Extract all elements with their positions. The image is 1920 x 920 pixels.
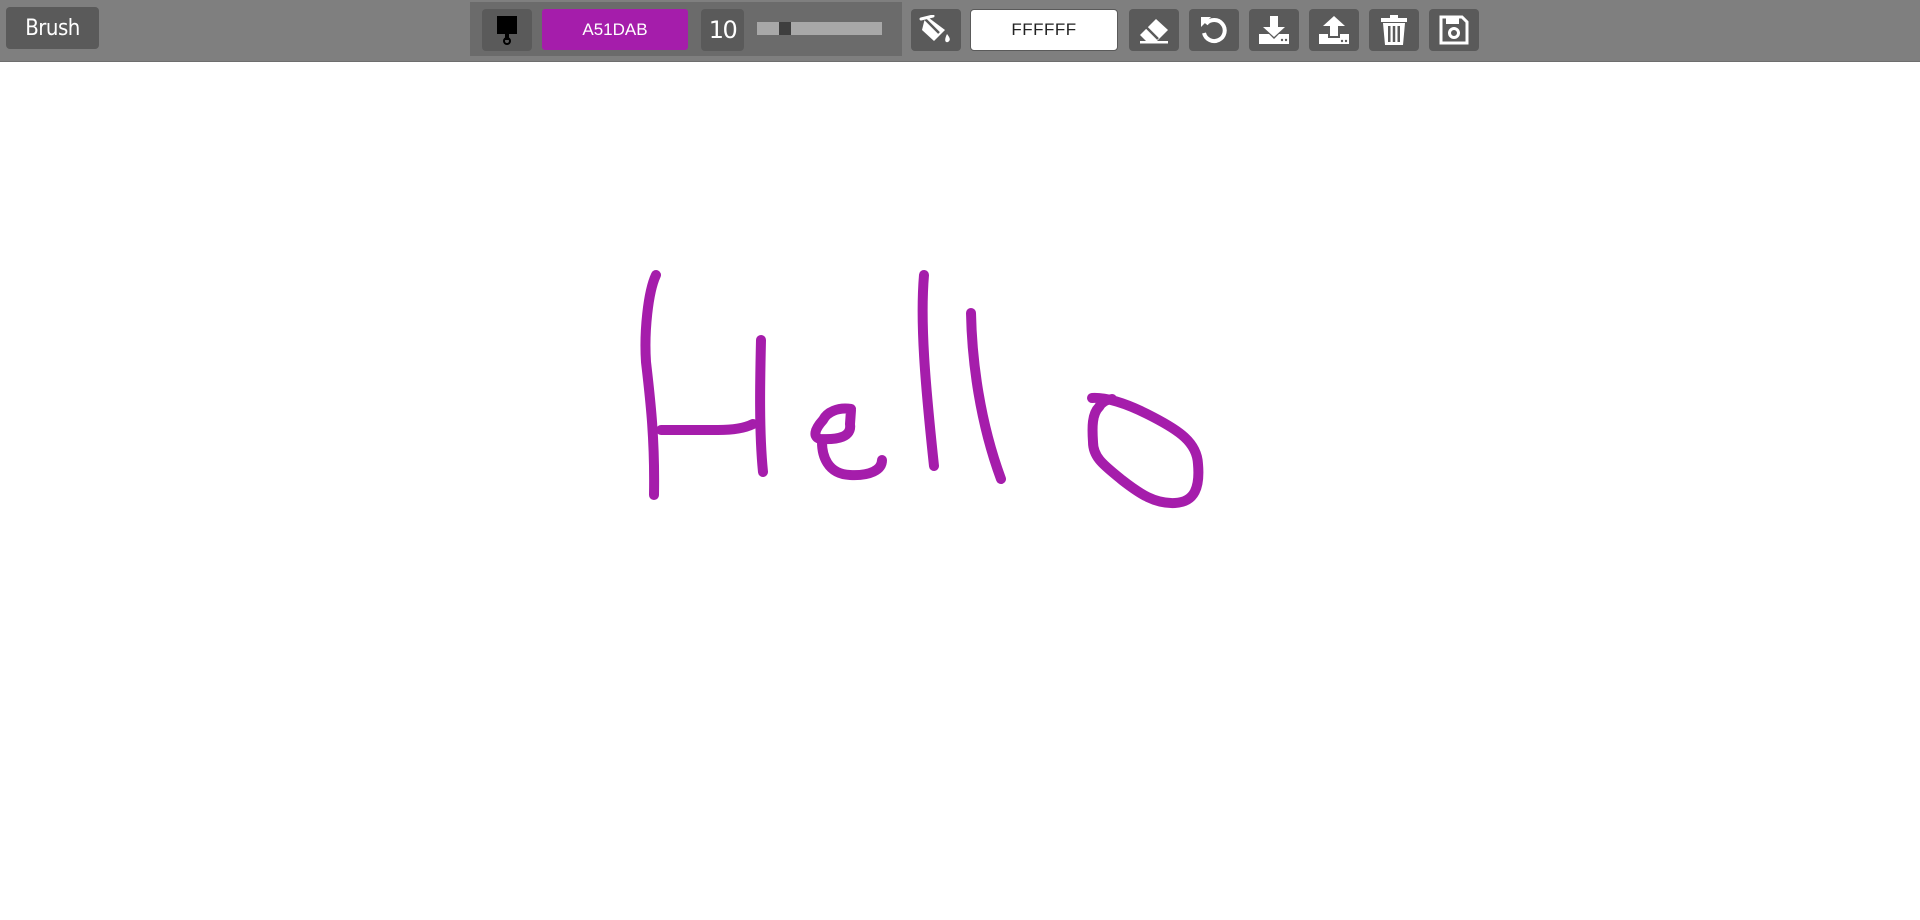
upload-icon bbox=[1318, 15, 1350, 45]
floppy-disk-icon bbox=[1439, 15, 1469, 45]
stroke-h-right bbox=[755, 335, 768, 477]
stroke-l-second bbox=[966, 308, 1006, 484]
download-button[interactable] bbox=[1249, 9, 1299, 51]
upload-button[interactable] bbox=[1309, 9, 1359, 51]
undo-icon bbox=[1199, 15, 1229, 45]
brush-size-slider[interactable] bbox=[757, 22, 882, 35]
trash-icon bbox=[1380, 14, 1408, 46]
save-button[interactable] bbox=[1429, 9, 1479, 51]
drawing-canvas[interactable] bbox=[0, 62, 1920, 920]
eraser-icon bbox=[1137, 16, 1171, 44]
brush-color-picker[interactable]: A51DAB bbox=[542, 9, 688, 50]
fill-bucket-button[interactable] bbox=[911, 9, 961, 51]
fill-bucket-icon bbox=[919, 15, 953, 45]
delete-button[interactable] bbox=[1369, 9, 1419, 51]
eraser-button[interactable] bbox=[1129, 9, 1179, 51]
stroke-l-first bbox=[917, 270, 939, 471]
brush-tool-button[interactable] bbox=[482, 9, 532, 51]
background-color-picker[interactable]: FFFFFF bbox=[970, 9, 1118, 51]
hello-drawing bbox=[640, 270, 1204, 509]
stroke-o bbox=[1087, 392, 1204, 509]
stroke-h-left bbox=[640, 270, 661, 500]
stroke-e bbox=[810, 403, 887, 481]
undo-button[interactable] bbox=[1189, 9, 1239, 51]
download-icon bbox=[1258, 15, 1290, 45]
slider-handle[interactable] bbox=[779, 22, 791, 35]
toolbar: Brush A51DAB 10 FFFFFF bbox=[0, 0, 1920, 62]
brush-size-display: 10 bbox=[701, 9, 744, 51]
stroke-h-bar bbox=[656, 419, 758, 435]
mode-button[interactable]: Brush bbox=[6, 7, 99, 49]
paint-brush-icon bbox=[495, 15, 519, 45]
